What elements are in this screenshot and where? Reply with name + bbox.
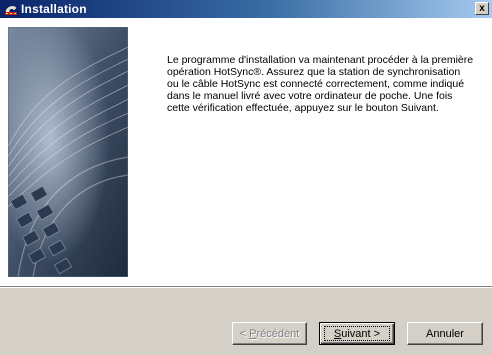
instruction-line: ou le câble HotSync est connecté correct…: [167, 78, 465, 90]
separator: [0, 286, 492, 288]
previous-prefix: <: [239, 327, 250, 340]
next-button[interactable]: Suivant >: [319, 322, 395, 345]
previous-mnemonic: P: [249, 327, 257, 340]
instruction-line: dans le manuel livré avec votre ordinate…: [167, 90, 453, 102]
close-icon: x: [479, 3, 485, 14]
installation-dialog: Installation x Le programme d'installati…: [0, 0, 492, 355]
instruction-text: Le programme d'installation va maintenan…: [167, 54, 485, 114]
wizard-side-image: [8, 27, 128, 277]
cancel-button[interactable]: Annuler: [407, 322, 483, 345]
focus-rect: Suivant >: [324, 326, 390, 341]
installer-icon: [3, 1, 19, 17]
instruction-line: cette vérification effectuée, appuyez su…: [167, 102, 439, 114]
content-panel: Le programme d'installation va maintenan…: [0, 18, 492, 286]
instruction-line: Le programme d'installation va maintenan…: [167, 54, 474, 66]
previous-label: récédent: [256, 327, 300, 340]
instruction-line: opération HotSync®. Assurez que la stati…: [167, 66, 461, 78]
close-button[interactable]: x: [475, 2, 489, 15]
previous-button[interactable]: < Précédent: [232, 322, 307, 345]
window-title: Installation: [21, 2, 87, 16]
title-bar[interactable]: Installation x: [0, 0, 492, 18]
next-label: uivant >: [341, 328, 381, 340]
